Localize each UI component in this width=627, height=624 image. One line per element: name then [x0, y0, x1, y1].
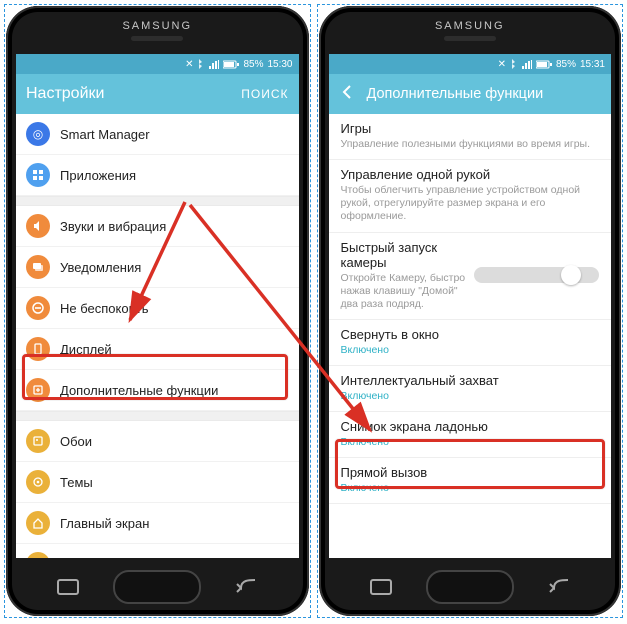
phone-body: SAMSUNG ✕ 85% 15:30 Настройк [6, 6, 309, 616]
phone-top: SAMSUNG [319, 6, 622, 54]
row-popup-window[interactable]: Свернуть в окно Включено [329, 320, 612, 366]
row-subtitle: Управление полезными функциями во время … [341, 138, 600, 151]
row-applications[interactable]: Приложения [16, 155, 299, 196]
grid-icon [26, 163, 50, 187]
advanced-icon [26, 378, 50, 402]
row-title: Быстрый запуск камеры [341, 240, 466, 270]
row-label: Уведомления [60, 260, 289, 275]
row-themes[interactable]: Темы [16, 462, 299, 503]
row-subtitle: Включено [341, 390, 600, 403]
row-smart-capture[interactable]: Интеллектуальный захват Включено [329, 366, 612, 412]
bt-icon [197, 59, 205, 69]
row-home-screen[interactable]: Главный экран [16, 503, 299, 544]
status-time: 15:31 [580, 59, 605, 70]
row-dnd[interactable]: Не беспокоить [16, 288, 299, 329]
phone-bottom [319, 558, 622, 616]
phone-body: SAMSUNG ✕ 85% 15:31 [319, 6, 622, 616]
row-title: Прямой вызов [341, 465, 600, 480]
row-direct-call[interactable]: Прямой вызов Включено [329, 458, 612, 504]
row-label: Дополнительные функции [60, 383, 289, 398]
row-label: Звуки и вибрация [60, 219, 289, 234]
row-subtitle: Включено [341, 482, 600, 495]
action-bar: Настройки ПОИСК [16, 74, 299, 114]
row-advanced-features[interactable]: Дополнительные функции [16, 370, 299, 411]
row-title: Интеллектуальный захват [341, 373, 600, 388]
signal-icon [522, 60, 532, 69]
battery-icon [223, 60, 239, 69]
row-subtitle: Откройте Камеру, быстро нажав клавишу "Д… [341, 272, 466, 311]
target-icon: ◎ [26, 122, 50, 146]
search-button[interactable]: ПОИСК [241, 87, 288, 101]
row-label: Дисплей [60, 342, 289, 357]
dnd-icon [26, 296, 50, 320]
status-time: 15:30 [267, 59, 292, 70]
row-wallpaper[interactable]: Обои [16, 421, 299, 462]
battery-percent: 85% [556, 59, 576, 70]
group-separator [16, 196, 299, 206]
group-separator [16, 411, 299, 421]
row-subtitle: Чтобы облегчить управление устройством о… [341, 184, 600, 223]
row-one-hand[interactable]: Управление одной рукой Чтобы облегчить у… [329, 160, 612, 232]
row-notifications[interactable]: Уведомления [16, 247, 299, 288]
row-quick-camera[interactable]: Быстрый запуск камеры Откройте Камеру, б… [329, 233, 612, 320]
signal-icon [209, 60, 219, 69]
display-icon [26, 337, 50, 361]
row-label: Темы [60, 475, 289, 490]
page-title: Настройки [26, 85, 231, 103]
home-button[interactable] [113, 570, 201, 604]
row-smart-manager[interactable]: ◎ Smart Manager [16, 114, 299, 155]
row-sounds[interactable]: Звуки и вибрация [16, 206, 299, 247]
brand-logo: SAMSUNG [122, 20, 192, 32]
back-button[interactable] [548, 578, 570, 596]
back-button[interactable] [235, 578, 257, 596]
vibrate-icon: ✕ [185, 59, 193, 70]
features-list[interactable]: Игры Управление полезными функциями во в… [329, 114, 612, 558]
home-button[interactable] [426, 570, 514, 604]
row-title: Снимок экрана ладонью [341, 419, 600, 434]
row-title: Управление одной рукой [341, 167, 600, 182]
phone-top: SAMSUNG [6, 6, 309, 54]
themes-icon [26, 470, 50, 494]
vibrate-icon: ✕ [498, 59, 506, 70]
toggle-switch[interactable] [474, 267, 599, 283]
row-display[interactable]: Дисплей [16, 329, 299, 370]
recent-apps-button[interactable] [57, 579, 79, 595]
row-label: Экран блокировки и защита [60, 557, 289, 559]
row-label: Smart Manager [60, 127, 289, 142]
row-games[interactable]: Игры Управление полезными функциями во в… [329, 114, 612, 160]
row-label: Не беспокоить [60, 301, 289, 316]
row-label: Обои [60, 434, 289, 449]
page-title: Дополнительные функции [367, 86, 602, 102]
right-phone-frame: SAMSUNG ✕ 85% 15:31 [317, 4, 624, 618]
row-title: Свернуть в окно [341, 327, 600, 342]
left-phone-frame: SAMSUNG ✕ 85% 15:30 Настройк [4, 4, 311, 618]
brand-logo: SAMSUNG [435, 20, 505, 32]
row-lockscreen[interactable]: Экран блокировки и защита [16, 544, 299, 558]
home-icon [26, 511, 50, 535]
wallpaper-icon [26, 429, 50, 453]
bt-icon [510, 59, 518, 69]
screen: ✕ 85% 15:30 Настройки ПОИСК [16, 54, 299, 558]
row-title: Игры [341, 121, 600, 136]
row-label: Приложения [60, 168, 289, 183]
row-subtitle: Включено [341, 344, 600, 357]
battery-percent: 85% [243, 59, 263, 70]
recent-apps-button[interactable] [370, 579, 392, 595]
status-bar: ✕ 85% 15:30 [16, 54, 299, 74]
messages-icon [26, 255, 50, 279]
screen: ✕ 85% 15:31 Дополнительные функции [329, 54, 612, 558]
speaker [131, 36, 183, 41]
row-subtitle: Включено [341, 436, 600, 449]
status-bar: ✕ 85% 15:31 [329, 54, 612, 74]
row-label: Главный экран [60, 516, 289, 531]
speaker [444, 36, 496, 41]
lock-icon [26, 552, 50, 558]
back-arrow-icon[interactable] [339, 83, 357, 105]
battery-icon [536, 60, 552, 69]
settings-list[interactable]: ◎ Smart Manager Приложения Звуки и вибра… [16, 114, 299, 558]
phone-bottom [6, 558, 309, 616]
row-palm-screenshot[interactable]: Снимок экрана ладонью Включено [329, 412, 612, 458]
sound-icon [26, 214, 50, 238]
action-bar: Дополнительные функции [329, 74, 612, 114]
